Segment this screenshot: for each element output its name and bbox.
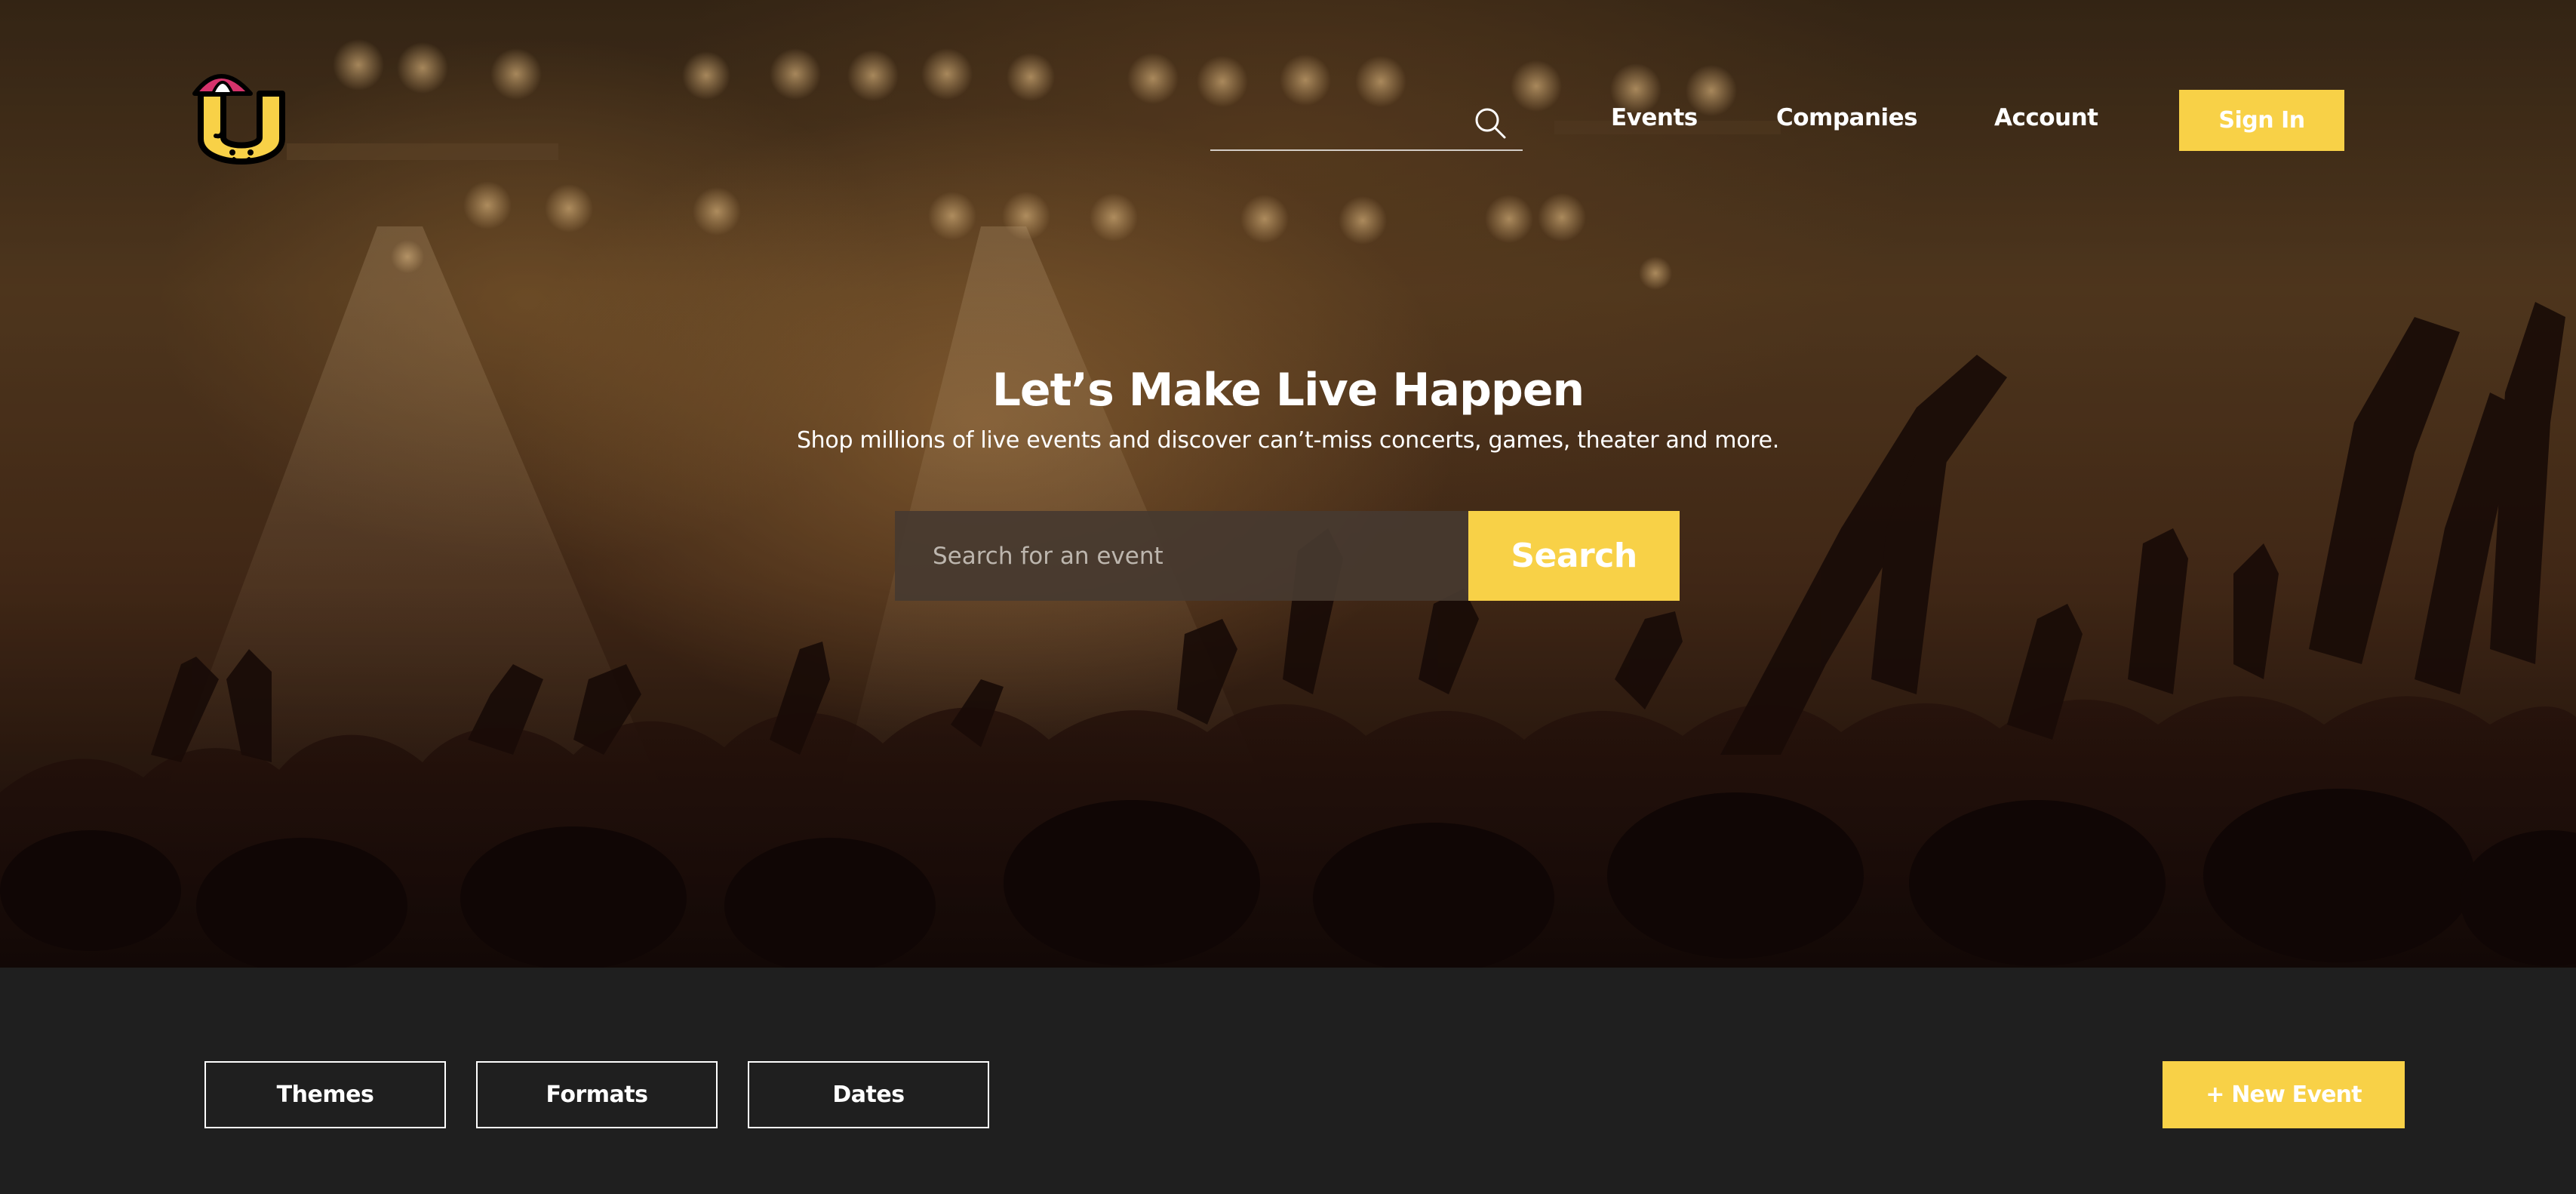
filter-dates-button[interactable]: Dates — [748, 1061, 989, 1128]
hero-subtitle: Shop millions of live events and discove… — [796, 427, 1780, 454]
nav-link-companies[interactable]: Companies — [1776, 104, 1918, 137]
nav-search-input[interactable] — [1210, 100, 1467, 148]
sign-in-button[interactable]: Sign In — [2179, 90, 2344, 151]
umbrella-u-logo[interactable] — [190, 63, 293, 177]
new-event-button[interactable]: + New Event — [2163, 1061, 2405, 1128]
event-search-button[interactable]: Search — [1468, 511, 1680, 601]
filter-themes-button[interactable]: Themes — [204, 1061, 446, 1128]
nav-link-account[interactable]: Account — [1994, 104, 2098, 137]
search-icon[interactable] — [1471, 104, 1509, 142]
filter-formats-button[interactable]: Formats — [476, 1061, 718, 1128]
hero-title: Let’s Make Live Happen — [991, 364, 1585, 417]
nav-search-field[interactable] — [1210, 100, 1523, 151]
nav-link-events[interactable]: Events — [1611, 104, 1698, 137]
event-search-input[interactable] — [895, 511, 1468, 601]
